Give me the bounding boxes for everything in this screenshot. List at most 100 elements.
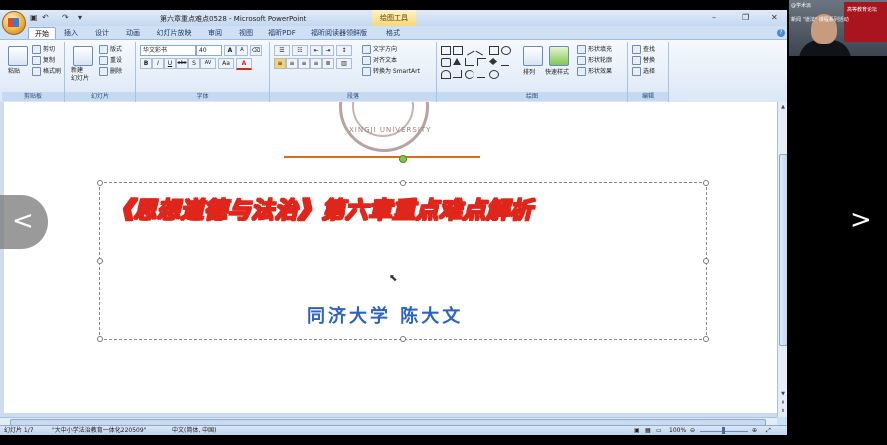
paste-button[interactable]: 粘贴 — [8, 67, 20, 76]
underline-button[interactable]: U — [164, 58, 176, 69]
change-case-button[interactable]: Aa — [218, 58, 234, 69]
shape-fill-button[interactable]: 形状填充 — [577, 45, 612, 54]
zoom-slider-thumb[interactable] — [722, 427, 725, 434]
tab-design[interactable]: 设计 — [91, 27, 113, 39]
resize-handle-sw[interactable] — [97, 336, 103, 342]
normal-view-icon[interactable]: ▣ — [634, 426, 640, 435]
char-spacing-button[interactable]: AV — [200, 58, 216, 69]
replace-button[interactable]: 替换 — [632, 56, 655, 65]
selected-textbox[interactable]: 《思想道德与法治》第六章重点难点解析 同济大学 陈大文 — [97, 180, 709, 342]
quick-styles-button[interactable]: 快速样式 — [545, 68, 569, 77]
tab-slide-show[interactable]: 幻灯片放映 — [153, 27, 195, 39]
slide-sorter-icon[interactable]: ▦ — [645, 426, 651, 435]
tab-animations[interactable]: 动画 — [122, 27, 144, 39]
text-direction-button[interactable]: 文字方向 — [362, 45, 397, 54]
minimize-button[interactable]: – — [712, 13, 716, 22]
arrange-button[interactable]: 排列 — [523, 68, 535, 77]
undo-icon[interactable]: ↶ — [42, 13, 49, 22]
layout-button[interactable]: 版式 — [99, 45, 122, 54]
rounded-rect-shape-icon[interactable] — [441, 58, 451, 67]
redo-icon[interactable]: ↷ — [62, 13, 69, 22]
diamond-shape-icon[interactable] — [489, 58, 497, 65]
distributed-icon[interactable]: ≣ — [322, 58, 334, 69]
arrange-icon[interactable] — [523, 46, 543, 66]
corner-shape-icon[interactable] — [453, 70, 462, 78]
rectangle-shape-icon[interactable] — [453, 46, 463, 55]
copy-button[interactable]: 复制 — [32, 56, 55, 65]
nav-next-button[interactable]: > — [850, 205, 880, 241]
resize-handle-ne[interactable] — [703, 180, 709, 186]
freeform-shape-icon[interactable] — [477, 70, 485, 78]
qat-customize-icon[interactable]: ▾ — [78, 13, 82, 22]
resize-handle-s[interactable] — [400, 336, 406, 342]
shadow-button[interactable]: S — [188, 58, 200, 69]
zoom-out-icon[interactable]: ⊖ — [690, 426, 695, 435]
delete-button[interactable]: 删除 — [99, 67, 122, 76]
quick-styles-icon[interactable] — [549, 46, 569, 66]
square-shape-icon[interactable] — [489, 46, 499, 55]
shrink-font-button[interactable]: A — [236, 45, 248, 56]
slide-canvas[interactable]: XINGJI UNIVERSITY 《思想道德与法治》第六章重点难点解析 同济大… — [4, 102, 778, 413]
new-slide-button[interactable]: 新建 幻灯片 — [71, 67, 89, 83]
justify-icon[interactable]: ≡ — [310, 58, 322, 69]
cut-button[interactable]: 剪切 — [32, 45, 55, 54]
resize-handle-e[interactable] — [703, 258, 709, 264]
triangle-shape-icon[interactable] — [453, 58, 461, 65]
font-size-field[interactable]: 40 — [196, 45, 222, 56]
align-right-icon[interactable]: ≡ — [298, 58, 310, 69]
slide-subtitle[interactable]: 同济大学 陈大文 — [307, 302, 463, 328]
next-slide-icon[interactable]: ⇟ — [779, 407, 787, 415]
align-center-icon[interactable]: ≡ — [286, 58, 298, 69]
office-button[interactable] — [2, 11, 26, 35]
slideshow-view-icon[interactable]: ▭ — [656, 426, 662, 435]
tab-review[interactable]: 审阅 — [204, 27, 226, 39]
text-box-shape-icon[interactable] — [441, 46, 451, 55]
grow-font-button[interactable]: A — [224, 45, 236, 56]
arc-shape-icon[interactable] — [441, 70, 451, 79]
bullets-icon[interactable]: ☰ — [274, 45, 290, 56]
font-name-field[interactable]: 华文彩书 — [140, 45, 196, 56]
format-painter-button[interactable]: 格式刷 — [32, 67, 61, 76]
align-text-button[interactable]: 对齐文本 — [362, 56, 397, 65]
line-spacing-icon[interactable]: ↕ — [336, 45, 352, 56]
resize-handle-w[interactable] — [97, 258, 103, 264]
connector-shape-icon[interactable] — [477, 58, 486, 66]
font-color-button[interactable]: A — [236, 58, 252, 70]
vertical-scrollbar[interactable]: ▲ ▼ ⇞ ⇟ — [777, 102, 787, 417]
oval-shape-icon[interactable] — [501, 46, 511, 55]
tab-view[interactable]: 视图 — [235, 27, 257, 39]
line-shape-icon[interactable] — [463, 44, 475, 56]
reset-button[interactable]: 重设 — [99, 56, 122, 65]
tab-insert[interactable]: 插入 — [60, 27, 82, 39]
tab-foxit-pdf[interactable]: 福昕PDF — [265, 27, 299, 39]
resize-handle-se[interactable] — [703, 336, 709, 342]
language[interactable]: 中文(简体, 中国) — [172, 426, 217, 435]
zoom-level[interactable]: 100% — [669, 426, 686, 435]
paste-icon[interactable] — [8, 46, 28, 66]
align-left-icon[interactable]: ≡ — [274, 58, 286, 69]
bold-button[interactable]: B — [140, 58, 152, 69]
brace-shape-icon[interactable] — [465, 70, 474, 79]
shape-outline-button[interactable]: 形状轮廓 — [577, 56, 612, 65]
columns-icon[interactable]: ▥ — [336, 58, 352, 69]
fit-to-window-icon[interactable]: ⤢ — [766, 426, 771, 435]
rotate-handle[interactable] — [399, 155, 407, 163]
select-button[interactable]: 选择 — [632, 67, 655, 76]
smartart-button[interactable]: 转换为 SmartArt — [362, 67, 420, 76]
restore-button[interactable]: ❐ — [742, 13, 749, 22]
close-button[interactable]: ✕ — [771, 13, 778, 22]
find-button[interactable]: 查找 — [632, 45, 655, 54]
new-slide-icon[interactable] — [73, 46, 93, 66]
curve-shape-icon[interactable] — [501, 58, 509, 66]
resize-handle-n[interactable] — [400, 180, 406, 186]
vertical-scroll-thumb[interactable] — [779, 154, 787, 346]
orange-divider-line[interactable] — [284, 156, 480, 158]
decrease-indent-icon[interactable]: ⇤ — [310, 45, 322, 56]
slide-title[interactable]: 《思想道德与法治》第六章重点难点解析 — [109, 191, 533, 225]
previous-slide-icon[interactable]: ⇞ — [779, 399, 787, 407]
help-icon[interactable]: ? — [777, 29, 785, 37]
arrow-shape-icon[interactable] — [475, 44, 487, 56]
scroll-down-icon[interactable]: ▼ — [779, 390, 787, 398]
resize-handle-nw[interactable] — [97, 180, 103, 186]
elbow-shape-icon[interactable] — [465, 58, 474, 66]
